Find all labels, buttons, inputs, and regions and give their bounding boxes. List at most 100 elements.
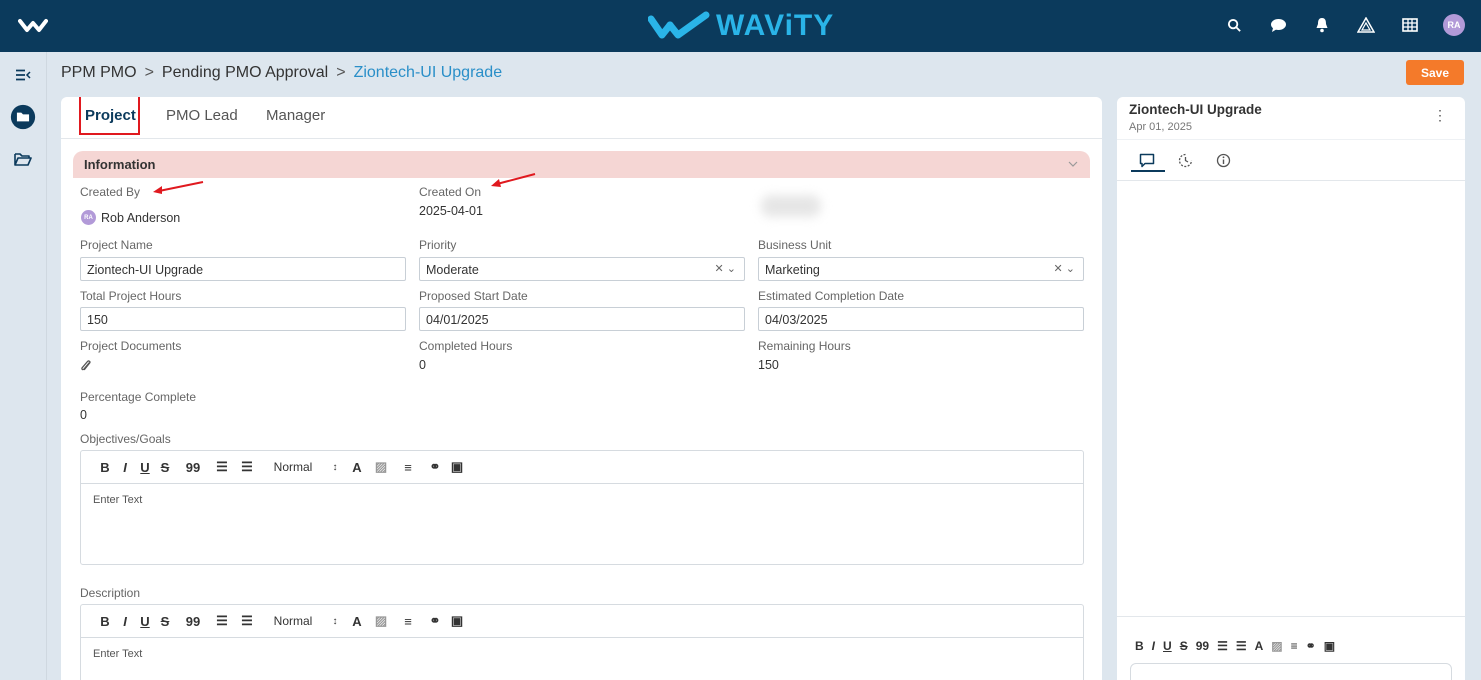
font-color-icon[interactable]: A: [345, 460, 369, 475]
align-icon[interactable]: ≡: [393, 460, 423, 475]
bold-button[interactable]: B: [1135, 639, 1144, 653]
comments-icon[interactable]: [1137, 150, 1157, 170]
business-unit-select[interactable]: Marketing ✕ ⌄: [758, 257, 1084, 281]
panel-date: Apr 01, 2025: [1129, 121, 1192, 133]
open-folder-icon[interactable]: [10, 148, 36, 170]
image-icon[interactable]: ▣: [1324, 639, 1335, 653]
link-icon[interactable]: ⚭: [423, 459, 447, 475]
bell-icon[interactable]: [1311, 14, 1333, 36]
section-title: Information: [84, 157, 156, 172]
tab-pmo-lead[interactable]: PMO Lead: [166, 107, 238, 124]
ordered-list-icon[interactable]: ☰: [211, 613, 233, 629]
underline-button[interactable]: U: [135, 614, 155, 629]
panel-tabs: [1117, 139, 1465, 181]
start-date-input[interactable]: 04/01/2025: [419, 307, 745, 331]
bullet-list-icon[interactable]: ☰: [233, 613, 261, 629]
search-icon[interactable]: [1223, 14, 1245, 36]
created-on-label: Created On: [419, 185, 482, 199]
project-name-input[interactable]: Ziontech-UI Upgrade: [80, 257, 406, 281]
tab-project[interactable]: Project: [85, 107, 136, 124]
link-icon[interactable]: ⚭: [423, 613, 447, 629]
strike-button[interactable]: S: [1180, 639, 1188, 653]
history-icon[interactable]: [1175, 150, 1195, 170]
background-color-icon[interactable]: ▨: [369, 613, 393, 629]
start-date-label: Proposed Start Date: [419, 289, 528, 303]
remaining-hours-label: Remaining Hours: [758, 339, 851, 353]
project-documents-label: Project Documents: [80, 339, 182, 353]
quote-button[interactable]: 99: [175, 460, 211, 475]
information-section-header[interactable]: Information: [73, 151, 1090, 178]
format-select-arrow[interactable]: ↕: [325, 462, 345, 473]
format-select-arrow[interactable]: ↕: [325, 616, 345, 627]
bold-button[interactable]: B: [95, 460, 115, 475]
chevron-down-icon[interactable]: [1068, 156, 1078, 170]
underline-button[interactable]: U: [1163, 639, 1172, 653]
annotation-arrow: [153, 181, 204, 194]
info-icon[interactable]: [1213, 150, 1233, 170]
clear-chevron-icon[interactable]: ✕ ⌄: [1054, 262, 1076, 275]
total-hours-label: Total Project Hours: [80, 289, 182, 303]
align-icon[interactable]: ≡: [1291, 639, 1298, 653]
comment-input[interactable]: [1130, 663, 1452, 680]
background-color-icon[interactable]: ▨: [1271, 639, 1282, 653]
background-color-icon[interactable]: ▨: [369, 459, 393, 475]
underline-button[interactable]: U: [135, 460, 155, 475]
business-unit-label: Business Unit: [758, 238, 832, 252]
image-icon[interactable]: ▣: [447, 459, 467, 475]
paperclip-icon[interactable]: [80, 359, 92, 378]
bullet-list-icon[interactable]: ☰: [1236, 639, 1247, 653]
quote-button[interactable]: 99: [1196, 639, 1209, 653]
app-logo-icon[interactable]: [18, 17, 48, 40]
breadcrumb-separator: >: [144, 64, 154, 81]
collapse-menu-icon[interactable]: [10, 64, 36, 86]
comment-composer: B I U S 99 ☰ ☰ A ▨ ≡ ⚭ ▣: [1117, 616, 1465, 680]
clear-chevron-icon[interactable]: ✕ ⌄: [715, 262, 737, 275]
description-editor[interactable]: B I U S 99 ☰ ☰ Normal ↕ A ▨ ≡ ⚭ ▣ Enter …: [80, 604, 1084, 680]
delta-icon[interactable]: [1355, 14, 1377, 36]
breadcrumb-item-pending-approval[interactable]: Pending PMO Approval: [162, 64, 328, 82]
align-icon[interactable]: ≡: [393, 614, 423, 629]
breadcrumb-item-ppm-pmo[interactable]: PPM PMO: [61, 64, 137, 82]
priority-select[interactable]: Moderate ✕ ⌄: [419, 257, 745, 281]
breadcrumb-separator: >: [336, 64, 346, 81]
italic-button[interactable]: I: [1152, 639, 1155, 653]
objectives-editor[interactable]: B I U S 99 ☰ ☰ Normal ↕ A ▨ ≡ ⚭ ▣ Enter …: [80, 450, 1084, 565]
priority-label: Priority: [419, 238, 457, 252]
font-color-icon[interactable]: A: [1255, 639, 1264, 653]
font-color-icon[interactable]: A: [345, 614, 369, 629]
user-avatar[interactable]: RA: [1443, 14, 1465, 36]
format-select-value: Normal: [273, 614, 313, 628]
business-unit-value: Marketing: [765, 263, 820, 277]
brand-name: WAViTY: [716, 9, 835, 42]
ordered-list-icon[interactable]: ☰: [1217, 639, 1228, 653]
completion-date-input[interactable]: 04/03/2025: [758, 307, 1084, 331]
ordered-list-icon[interactable]: ☰: [211, 459, 233, 475]
objectives-text-area[interactable]: Enter Text: [81, 484, 1083, 516]
created-by-label: Created By: [80, 185, 141, 199]
description-text-area[interactable]: Enter Text: [81, 638, 1083, 670]
format-select[interactable]: Normal: [261, 614, 325, 628]
breadcrumb: PPM PMO > Pending PMO Approval > Ziontec…: [61, 64, 502, 82]
format-select-value: Normal: [273, 460, 313, 474]
activity-panel: Ziontech-UI Upgrade Apr 01, 2025 ⋮ B I U…: [1117, 97, 1465, 680]
chat-icon[interactable]: [1267, 14, 1289, 36]
link-icon[interactable]: ⚭: [1306, 639, 1316, 653]
top-tools: RA: [1223, 14, 1465, 36]
project-name-label: Project Name: [80, 238, 153, 252]
quote-button[interactable]: 99: [175, 614, 211, 629]
bullet-list-icon[interactable]: ☰: [233, 459, 261, 475]
italic-button[interactable]: I: [115, 614, 135, 629]
image-icon[interactable]: ▣: [447, 613, 467, 629]
strike-button[interactable]: S: [155, 614, 175, 629]
projects-folder-icon[interactable]: [10, 104, 36, 130]
italic-button[interactable]: I: [115, 460, 135, 475]
bold-button[interactable]: B: [95, 614, 115, 629]
strike-button[interactable]: S: [155, 460, 175, 475]
total-hours-input[interactable]: 150: [80, 307, 406, 331]
format-select[interactable]: Normal: [261, 460, 325, 474]
percentage-value: 0: [80, 408, 87, 422]
save-button[interactable]: Save: [1406, 60, 1464, 85]
tab-manager[interactable]: Manager: [266, 107, 325, 124]
more-options-icon[interactable]: ⋮: [1433, 107, 1447, 124]
grid-icon[interactable]: [1399, 14, 1421, 36]
